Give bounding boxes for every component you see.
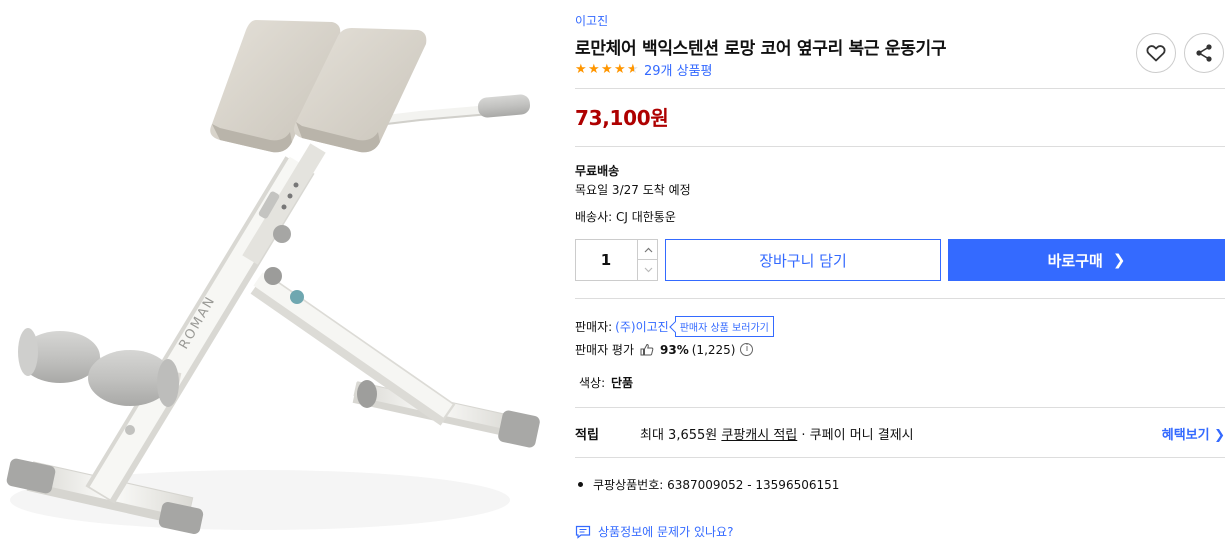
sale-price: 73,100원 [575, 106, 669, 130]
star-icon: ★ [614, 61, 626, 77]
shipping-carrier: 배송사: CJ 대한통운 [575, 210, 676, 224]
coupang-cash-link[interactable]: 쿠팡캐시 적립 [721, 428, 797, 443]
quantity-stepper: 1 [575, 239, 658, 281]
share-button[interactable] [1184, 33, 1224, 73]
divider [575, 88, 1225, 89]
comment-icon [575, 525, 591, 539]
quantity-increase-button[interactable] [637, 240, 658, 260]
star-icon: ★ [588, 61, 600, 77]
star-icon: ★ [575, 61, 587, 77]
points-suffix: · 쿠페이 머니 결제시 [797, 428, 914, 443]
chevron-right-icon: ❯ [1112, 251, 1126, 269]
info-icon[interactable]: i [740, 343, 754, 356]
thumbs-up-icon [640, 343, 654, 356]
points-text: 최대 3,655원 쿠팡캐시 적립 · 쿠페이 머니 결제시 [640, 424, 914, 443]
heart-icon [1146, 45, 1166, 62]
cash-points-row: 적립 최대 3,655원 쿠팡캐시 적립 · 쿠페이 머니 결제시 혜택보기 ❯ [575, 424, 1225, 443]
seller-rating-label: 판매자 평가 [575, 343, 635, 357]
points-prefix: 최대 3,655원 [640, 428, 722, 443]
seller-products-link[interactable]: 판매자 상품 보러가기 [674, 316, 774, 337]
star-icon: ★ [601, 61, 613, 77]
view-benefits-link[interactable]: 혜택보기 ❯ [1162, 424, 1225, 443]
quantity-input[interactable]: 1 [576, 240, 636, 280]
buy-now-button[interactable]: 바로구매 ❯ [948, 239, 1225, 281]
quantity-decrease-button[interactable] [637, 260, 658, 280]
rating-stars: ★ ★ ★ ★ ★ [575, 61, 640, 77]
divider [575, 407, 1225, 408]
rating-row[interactable]: ★ ★ ★ ★ ★ 29개 상품평 [575, 60, 713, 79]
shipping-badge: 무료배송 [575, 164, 620, 178]
product-title: 로만체어 백익스텐션 로망 코어 옆구리 복근 운동기구 [575, 39, 947, 59]
review-count-link[interactable]: 29개 상품평 [644, 60, 713, 79]
points-label: 적립 [575, 428, 599, 443]
divider [575, 298, 1225, 299]
divider [575, 457, 1225, 458]
seller-rating-score: 93% [660, 342, 689, 357]
brand-link[interactable]: 이고진 [575, 12, 608, 29]
delivery-date: 목요일 3/27 도착 예정 [575, 183, 691, 197]
add-to-cart-button[interactable]: 장바구니 담기 [665, 239, 941, 281]
seller-row: 판매자: (주)이고진 판매자 상품 보러가기 [575, 316, 774, 337]
product-image: ROMAN [6, 20, 540, 534]
product-info-panel: 이고진 로만체어 백익스텐션 로망 코어 옆구리 복근 운동기구 ★ ★ ★ ★… [575, 0, 1225, 556]
half-star-icon: ★ [627, 61, 639, 77]
report-issue-link[interactable]: 상품정보에 문제가 있나요? [575, 523, 733, 540]
option-value: 단품 [610, 376, 634, 390]
report-issue-label: 상품정보에 문제가 있나요? [598, 525, 734, 539]
seller-rating-count: (1,225) [691, 342, 736, 357]
option-label: 색상: [579, 376, 606, 390]
chevron-up-icon [644, 247, 652, 252]
wishlist-button[interactable] [1136, 33, 1176, 73]
bullet-icon [578, 482, 583, 487]
buy-now-label: 바로구매 [1047, 251, 1103, 270]
option-row: 색상: 단품 [579, 374, 633, 391]
chevron-down-icon [644, 267, 652, 273]
divider [575, 146, 1225, 147]
seller-label: 판매자: [575, 320, 613, 334]
product-number-row: 쿠팡상품번호: 6387009052 - 13596506151 [575, 476, 839, 493]
product-number: 쿠팡상품번호: 6387009052 - 13596506151 [593, 478, 840, 492]
share-icon [1196, 44, 1212, 62]
seller-name-link[interactable]: (주)이고진 [615, 318, 669, 335]
seller-rating-row: 판매자 평가 93% (1,225) i [575, 341, 754, 358]
